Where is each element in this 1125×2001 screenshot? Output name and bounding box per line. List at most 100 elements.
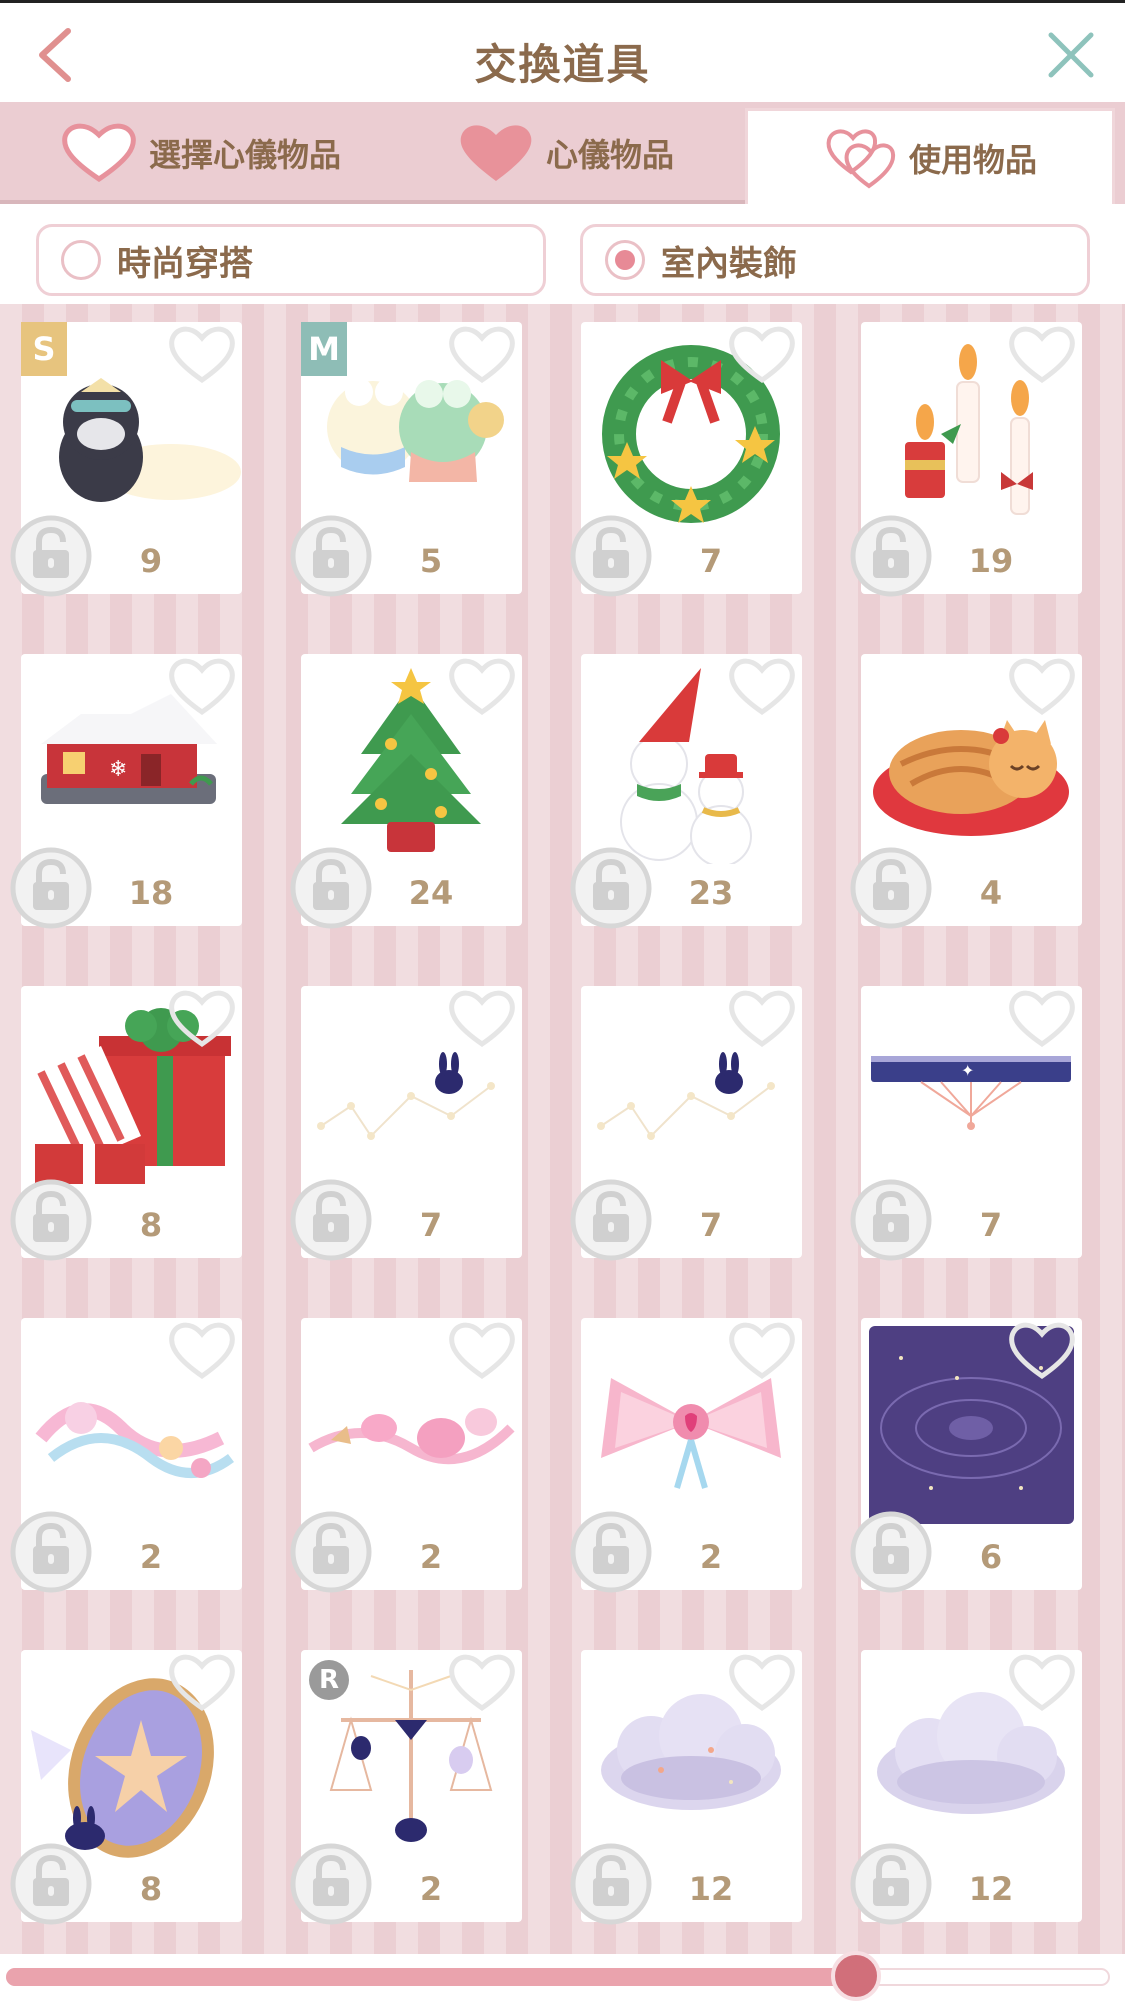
heart-outline-icon[interactable] xyxy=(166,1650,238,1714)
item-card[interactable]: M5 xyxy=(290,322,522,597)
slider-thumb[interactable] xyxy=(831,1951,882,2001)
item-grid: S 9 M 5 7 19 ❄ 18 24 23 4 8 7 7 ✦ 7 2 2 2 6 8 R 2 12 12 xyxy=(0,304,1125,1954)
item-count: 2 xyxy=(419,1870,443,1908)
svg-text:❄: ❄ xyxy=(109,757,127,782)
heart-outline-icon[interactable] xyxy=(166,654,238,718)
lock-icon[interactable] xyxy=(289,1842,373,1926)
heart-outline-icon[interactable] xyxy=(726,1650,798,1714)
heart-outline-icon[interactable] xyxy=(166,986,238,1050)
radio-unselected-icon xyxy=(61,240,101,280)
lock-icon[interactable] xyxy=(569,1842,653,1926)
item-count: 2 xyxy=(419,1538,443,1576)
category-filters: 時尚穿搭 室內裝飾 xyxy=(0,204,1125,304)
item-card[interactable]: R2 xyxy=(290,1650,522,1925)
heart-outline-icon xyxy=(62,123,136,183)
item-count: 2 xyxy=(699,1538,723,1576)
item-count: 12 xyxy=(968,1870,1014,1908)
lock-icon[interactable] xyxy=(9,1178,93,1262)
filter-interior[interactable]: 室內裝飾 xyxy=(580,224,1090,296)
lock-icon[interactable] xyxy=(849,1178,933,1262)
item-card[interactable]: 2 xyxy=(570,1318,802,1593)
item-count: 9 xyxy=(139,542,163,580)
item-count: 18 xyxy=(128,874,174,912)
item-card[interactable]: 7 xyxy=(290,986,522,1261)
tab-wishlist[interactable]: 心儀物品 xyxy=(440,102,690,204)
lock-icon[interactable] xyxy=(849,514,933,598)
item-card[interactable]: S9 xyxy=(10,322,242,597)
heart-outline-icon[interactable] xyxy=(1006,1650,1078,1714)
item-count: 6 xyxy=(979,1538,1003,1576)
lock-icon[interactable] xyxy=(289,1178,373,1262)
heart-outline-icon[interactable] xyxy=(446,654,518,718)
item-card[interactable]: 7 xyxy=(570,322,802,597)
lock-icon[interactable] xyxy=(9,846,93,930)
filter-label: 時尚穿搭 xyxy=(117,243,253,284)
heart-outline-icon[interactable] xyxy=(166,1318,238,1382)
close-button[interactable] xyxy=(1045,29,1097,81)
lock-icon[interactable] xyxy=(289,846,373,930)
item-card[interactable]: ❄ 18 xyxy=(10,654,242,929)
lock-icon[interactable] xyxy=(849,846,933,930)
lock-icon[interactable] xyxy=(569,1178,653,1262)
slider-fill xyxy=(6,1968,857,1986)
item-count: 7 xyxy=(699,1206,723,1244)
item-card[interactable]: 8 xyxy=(10,1650,242,1925)
lock-icon[interactable] xyxy=(9,514,93,598)
heart-outline-icon[interactable] xyxy=(1006,322,1078,386)
filter-label: 室內裝飾 xyxy=(661,243,797,284)
double-heart-icon xyxy=(826,129,896,188)
item-card[interactable]: 2 xyxy=(290,1318,522,1593)
tab-bar: 選擇心儀物品 心儀物品 使用物品 xyxy=(0,102,1125,204)
heart-outline-icon[interactable] xyxy=(446,986,518,1050)
item-card[interactable]: 12 xyxy=(570,1650,802,1925)
item-count: 8 xyxy=(139,1206,163,1244)
item-count: 7 xyxy=(419,1206,443,1244)
page-title: 交換道具 xyxy=(474,40,651,89)
heart-outline-icon[interactable] xyxy=(166,322,238,386)
item-card[interactable]: ✦ 7 xyxy=(850,986,1082,1261)
heart-outline-icon[interactable] xyxy=(726,986,798,1050)
heart-outline-icon[interactable] xyxy=(1006,654,1078,718)
item-count: 24 xyxy=(408,874,454,912)
heart-outline-icon[interactable] xyxy=(1006,986,1078,1050)
lock-icon[interactable] xyxy=(849,1842,933,1926)
filter-fashion[interactable]: 時尚穿搭 xyxy=(36,224,546,296)
heart-outline-icon[interactable] xyxy=(726,322,798,386)
lock-icon[interactable] xyxy=(569,846,653,930)
item-card[interactable]: 24 xyxy=(290,654,522,929)
lock-icon[interactable] xyxy=(849,1510,933,1594)
heart-outline-icon[interactable] xyxy=(726,654,798,718)
heart-outline-icon[interactable] xyxy=(446,322,518,386)
lock-icon[interactable] xyxy=(569,1510,653,1594)
item-card[interactable]: 12 xyxy=(850,1650,1082,1925)
scroll-slider[interactable] xyxy=(0,1951,1125,2001)
item-card[interactable]: 7 xyxy=(570,986,802,1261)
close-icon xyxy=(1048,32,1094,78)
item-card[interactable]: 2 xyxy=(10,1318,242,1593)
item-count: 8 xyxy=(139,1870,163,1908)
heart-outline-icon[interactable] xyxy=(446,1650,518,1714)
item-card[interactable]: 19 xyxy=(850,322,1082,597)
item-card[interactable]: 6 xyxy=(850,1318,1082,1593)
item-card[interactable]: 8 xyxy=(10,986,242,1261)
item-count: 12 xyxy=(688,1870,734,1908)
item-count: 7 xyxy=(979,1206,1003,1244)
item-count: 4 xyxy=(979,874,1003,912)
heart-filled-icon xyxy=(460,125,532,181)
item-card[interactable]: 4 xyxy=(850,654,1082,929)
tab-label: 選擇心儀物品 xyxy=(148,136,341,174)
item-count: 19 xyxy=(968,542,1014,580)
lock-icon[interactable] xyxy=(9,1510,93,1594)
rank-badge: S xyxy=(21,322,67,376)
lock-icon[interactable] xyxy=(289,514,373,598)
lock-icon[interactable] xyxy=(9,1842,93,1926)
lock-icon[interactable] xyxy=(569,514,653,598)
lock-icon[interactable] xyxy=(289,1510,373,1594)
heart-outline-icon[interactable] xyxy=(446,1318,518,1382)
heart-outline-icon[interactable] xyxy=(1006,1318,1078,1382)
item-card[interactable]: 23 xyxy=(570,654,802,929)
tab-use-items[interactable]: 使用物品 xyxy=(745,108,1115,204)
heart-outline-icon[interactable] xyxy=(726,1318,798,1382)
tab-select-wishlist[interactable]: 選擇心儀物品 xyxy=(50,102,350,204)
svg-text:✦: ✦ xyxy=(961,1061,974,1080)
